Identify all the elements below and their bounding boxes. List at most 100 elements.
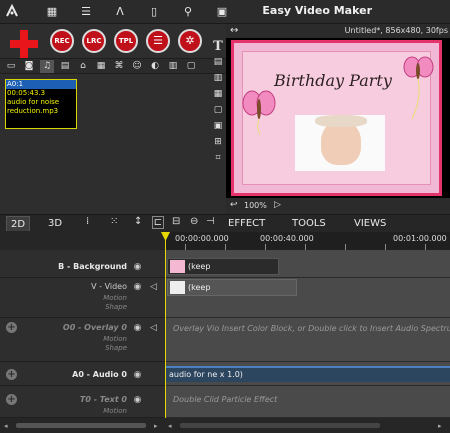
text-tool-icon[interactable]: T [211, 40, 225, 53]
text-track-hint: Double Clid Particle Effect [173, 395, 278, 404]
contrast-icon[interactable]: ◐ [148, 60, 162, 73]
media-item-name-1: audio for noise [7, 98, 60, 106]
menu-tools[interactable]: TOOLS [292, 216, 326, 231]
menu-views[interactable]: VIEWS [354, 216, 386, 231]
tab-3d[interactable]: 3D [44, 216, 66, 231]
rewind-icon[interactable]: ↩ [230, 200, 238, 210]
audio-clip[interactable]: audio for ne x 1.0) [165, 366, 450, 382]
marker-icon[interactable]: ⊟ [172, 216, 180, 227]
visibility-eye-icon[interactable]: ◉ [132, 283, 143, 292]
emoji-icon[interactable]: ☺ [130, 60, 144, 73]
timeline-ruler[interactable]: 00:00:00.000 00:00:40.000 00:01:00.000 [165, 232, 450, 250]
tool-icon-1[interactable]: ▭ [4, 60, 18, 73]
ruler-label-0: 00:00:00.000 [175, 234, 229, 243]
video-preview[interactable]: Birthday Party [226, 38, 450, 198]
zoom-out-icon[interactable]: ⊖ [190, 216, 198, 227]
tool-icon-11[interactable]: ▢ [184, 60, 198, 73]
birthday-card: Birthday Party [231, 40, 442, 196]
right-butterfly-icon [403, 56, 434, 119]
add-track-icon[interactable]: + [6, 322, 17, 333]
video-clip-thumb [170, 281, 185, 294]
track-text-motion: Motion [103, 407, 127, 415]
effect-button[interactable]: ✲ [178, 29, 202, 53]
video-icon[interactable]: ▣ [214, 4, 230, 20]
visibility-eye-icon[interactable]: ◉ [132, 324, 143, 333]
add-track-icon[interactable]: + [6, 394, 17, 405]
tool-icon-7[interactable]: ⌘ [112, 60, 126, 73]
media-item[interactable]: A0:1 00:05:43.3 audio for noise reductio… [5, 79, 77, 129]
track-background-header: B - Background ◉ [0, 250, 165, 278]
media-tool-row: ▭ ◙ ♫ ▤ ⌂ ▦ ⌘ ☺ ◐ ▥ ▢ [0, 58, 226, 74]
background-clip[interactable]: (keep [167, 258, 279, 275]
video-clip[interactable]: (keep [167, 279, 297, 296]
align-icon[interactable]: ⁞ [86, 216, 89, 227]
list-icon[interactable]: ☰ [78, 4, 94, 20]
resize-icon[interactable]: ↔ [230, 25, 238, 36]
timeline-scrollbar[interactable]: ◂ ▸ ◂ ▸ [0, 418, 450, 433]
vtool-icon-4[interactable]: ▦ [211, 88, 225, 101]
vtool-icon-3[interactable]: ▥ [211, 72, 225, 85]
vtool-icon-6[interactable]: ▣ [211, 120, 225, 133]
track-video-body[interactable]: (keep [165, 278, 450, 318]
track-text-body[interactable]: Double Clid Particle Effect [165, 386, 450, 418]
project-status: Untitled*, 856x480, 30fps [344, 26, 448, 35]
visibility-eye-icon[interactable]: ◉ [132, 263, 143, 272]
vtool-icon-7[interactable]: ⊞ [211, 136, 225, 149]
baby-hat [315, 115, 367, 127]
zoom-level[interactable]: 100% [244, 201, 267, 210]
tab-2d[interactable]: 2D [6, 216, 31, 231]
snap-icon[interactable]: ⊏ [152, 216, 164, 229]
scroll-right-icon[interactable]: ▸ [438, 422, 442, 430]
tool-icon-4[interactable]: ▤ [58, 60, 72, 73]
lrc-button[interactable]: LRC [82, 29, 106, 53]
media-item-id: A0:1 [6, 80, 76, 89]
ruler-label-2: 00:01:00.000 [393, 234, 447, 243]
scroll-thumb[interactable] [180, 423, 380, 428]
menu-effect[interactable]: EFFECT [228, 216, 265, 231]
video-clip-label: (keep [188, 283, 211, 292]
grid-dots-icon[interactable]: ⁙ [110, 216, 118, 227]
visibility-eye-icon[interactable]: ◉ [132, 371, 143, 380]
track-background-body[interactable]: (keep [165, 250, 450, 278]
visibility-eye-icon[interactable]: ◉ [132, 396, 143, 405]
tool-icon-6[interactable]: ▦ [94, 60, 108, 73]
tool-icon-5[interactable]: ⌂ [76, 60, 90, 73]
music-icon[interactable]: ♫ [40, 60, 54, 73]
track-text-name: T0 - Text 0 [79, 395, 127, 404]
zoom-handle-icon[interactable]: ⊣ [206, 216, 215, 227]
preview-footer: ↩ 100% ▷ [226, 198, 450, 214]
track-overlay-body[interactable]: Overlay Vio Insert Color Block, or Doubl… [165, 318, 450, 362]
background-clip-label: (keep [188, 262, 211, 271]
scroll-right-icon[interactable]: ▸ [154, 422, 158, 430]
vtool-icon-2[interactable]: ▤ [211, 56, 225, 69]
playhead[interactable] [165, 232, 166, 418]
overlay-hint: Overlay Vio Insert Color Block, or Doubl… [173, 324, 450, 333]
tpl-button[interactable]: TPL [114, 29, 138, 53]
vtool-icon-8[interactable]: ⌗ [211, 152, 225, 165]
add-track-icon[interactable]: + [6, 369, 17, 380]
speaker-icon[interactable]: ◁ [148, 324, 159, 333]
scroll-left-icon[interactable]: ◂ [4, 422, 8, 430]
list-button[interactable]: ☰ [146, 29, 170, 53]
vtool-icon-5[interactable]: ▢ [211, 104, 225, 117]
height-icon[interactable]: ↕ [134, 216, 142, 227]
speaker-icon[interactable]: ◁ [148, 283, 159, 292]
track-overlay-motion: Motion [103, 335, 127, 343]
scroll-thumb[interactable] [16, 423, 146, 428]
search-icon[interactable]: ⚲ [180, 4, 196, 20]
text-style-icon[interactable]: Ʌ [112, 4, 128, 20]
logo-icon[interactable] [4, 3, 20, 20]
rec-button[interactable]: REC [50, 29, 74, 53]
track-text-header: + T0 - Text 0 Motion ◉ [0, 386, 165, 418]
track-video-motion: Motion [103, 294, 127, 302]
play-icon[interactable]: ▷ [274, 200, 281, 210]
camera-icon[interactable]: ◙ [22, 60, 36, 73]
tool-icon-10[interactable]: ▥ [166, 60, 180, 73]
scroll-left-icon[interactable]: ◂ [168, 422, 172, 430]
add-media-button[interactable] [10, 30, 38, 58]
phone-icon[interactable]: ▯ [146, 4, 162, 20]
media-item-name-2: reduction.mp3 [7, 107, 59, 115]
vertical-toolbar: T ▤ ▥ ▦ ▢ ▣ ⊞ ⌗ [211, 40, 227, 170]
track-video-header: V - Video Motion Shape ◉ ◁ [0, 278, 165, 318]
grid-icon[interactable]: ▦ [44, 4, 60, 20]
